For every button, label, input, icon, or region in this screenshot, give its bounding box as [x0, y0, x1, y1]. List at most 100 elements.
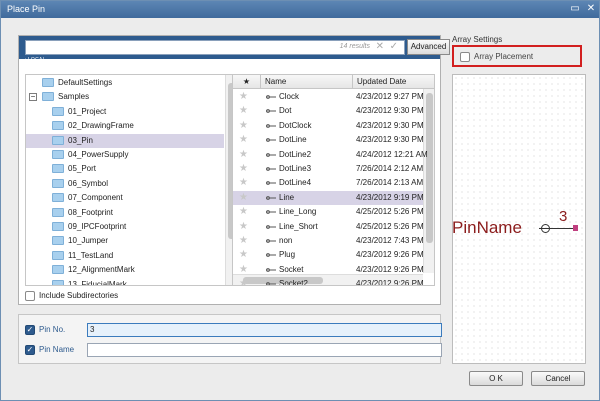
pin-symbol-icon [266, 282, 276, 285]
grid-row[interactable]: ★ non 4/23/2012 7:43 PM [233, 234, 424, 248]
tree-item[interactable]: 11_TestLand [26, 249, 224, 263]
pin-symbol-icon [266, 123, 276, 128]
collapse-icon[interactable]: − [29, 93, 37, 102]
tree-item-label: DefaultSettings [58, 78, 113, 87]
tree-item[interactable]: 09_IPCFootprint [26, 220, 224, 234]
tree-item[interactable]: − Samples [26, 90, 224, 104]
search-input[interactable]: 14 results ✕ ✓ [25, 40, 405, 55]
updated-date-cell: 4/25/2012 5:26 PM [356, 221, 424, 231]
updated-date-cell: 4/23/2012 9:26 PM [356, 250, 424, 260]
tree-item[interactable]: 05_Port [26, 162, 224, 176]
pin-name-field[interactable] [87, 343, 442, 357]
pin-name-label: Pin Name [39, 345, 75, 354]
folder-icon [52, 135, 64, 145]
grid-row[interactable]: ★ Plug 4/23/2012 9:26 PM [233, 248, 424, 262]
maximize-icon[interactable]: ▭ [569, 3, 581, 15]
array-settings-label: Array Settings [452, 35, 503, 44]
favorite-star-icon[interactable]: ★ [239, 148, 248, 162]
tree-item[interactable]: 03_Pin [26, 133, 224, 148]
result-count: 14 results [339, 43, 370, 50]
favorite-star-icon[interactable]: ★ [239, 133, 248, 147]
grid-row[interactable]: ★ Socket2 4/23/2012 9:26 PM [233, 277, 424, 285]
pin-symbol-icon [266, 181, 276, 186]
column-updated-date[interactable]: Updated Date [353, 75, 434, 89]
grid-row[interactable]: ★ Socket 4/23/2012 9:26 PM [233, 263, 424, 277]
cancel-button[interactable]: Cancel [531, 371, 585, 386]
pin-symbol-icon [266, 167, 276, 171]
favorite-star-icon[interactable]: ★ [239, 162, 248, 176]
grid-row[interactable]: ★ DotLine4 7/26/2014 2:13 AM [233, 176, 423, 190]
tree-item-label: 09_IPCFootprint [68, 222, 127, 231]
pin-properties-form: ✓ Pin No. 3 ✓ Pin Name [18, 314, 442, 364]
tree-item[interactable]: 08_Footprint [26, 206, 224, 220]
library-browser: 14 results ✕ ✓ Advanced ▸LOCAL DefaultSe… [18, 35, 450, 305]
favorite-star-icon[interactable]: ★ [239, 205, 248, 219]
pin-name-cell: non [279, 236, 293, 245]
close-icon[interactable]: ✕ [585, 3, 597, 15]
favorite-star-icon[interactable]: ★ [239, 234, 248, 248]
tree-item[interactable]: 01_Project [26, 105, 224, 119]
pin-symbol-icon [266, 210, 276, 215]
favorite-star-icon[interactable]: ★ [239, 90, 248, 104]
folder-icon [52, 207, 64, 217]
tree-item[interactable]: 07_Component [26, 191, 224, 205]
advanced-button[interactable]: Advanced [407, 39, 450, 55]
grid-row[interactable]: ★ DotClock 4/23/2012 9:30 PM [233, 119, 424, 133]
folder-icon [52, 222, 64, 231]
tree-item[interactable]: 10_Jumper [26, 234, 224, 248]
favorite-star-icon[interactable]: ★ [239, 191, 248, 205]
pin-symbol-icon [266, 138, 276, 143]
favorite-star-icon[interactable]: ★ [239, 104, 248, 118]
apply-search-icon[interactable]: ✓ [390, 41, 398, 52]
tree-item-label: 13_FiducialMark [68, 279, 127, 286]
favorite-star-icon[interactable]: ★ [239, 277, 248, 285]
tree-item-label: 08_Footprint [68, 207, 113, 217]
ok-button[interactable]: O K [469, 371, 523, 386]
updated-date-cell: 7/26/2014 2:13 AM [356, 178, 424, 188]
grid-vscroll-thumb[interactable] [426, 93, 433, 243]
column-favorite[interactable]: ★ [233, 75, 261, 89]
favorite-star-icon[interactable]: ★ [239, 119, 248, 133]
grid-row[interactable]: ★ Line_Short 4/25/2012 5:26 PM [233, 220, 424, 234]
tree-item[interactable]: 06_Symbol [26, 177, 224, 191]
grid-row[interactable]: ★ Line_Long 4/25/2012 5:26 PM [233, 205, 424, 219]
pin-no-field[interactable]: 3 [87, 323, 442, 337]
title-bar: Place Pin ▭ ✕ [1, 1, 599, 18]
updated-date-cell: 4/25/2012 5:26 PM [356, 207, 424, 217]
array-placement-checkbox[interactable] [460, 52, 470, 62]
grid-row[interactable]: ★ DotLine3 7/26/2014 2:12 AM [233, 162, 423, 176]
grid-row[interactable]: ★ Dot 4/23/2012 9:30 PM [233, 104, 424, 118]
pin-symbol-icon [266, 224, 276, 229]
pin-endpoint [573, 225, 578, 231]
folder-icon [52, 250, 64, 260]
tree-item-label: 05_Port [68, 164, 97, 174]
include-subdirectories-checkbox[interactable] [25, 291, 35, 301]
pin-no-checkbox[interactable]: ✓ [25, 325, 35, 335]
grid-vscrollbar[interactable] [423, 89, 434, 273]
tree-item[interactable]: 02_DrawingFrame [26, 119, 224, 133]
grid-row[interactable]: ★ Line 4/23/2012 9:19 PM [233, 190, 424, 205]
scope-label: ▸LOCAL [25, 57, 46, 63]
search-bar: 14 results ✕ ✓ Advanced ▸LOCAL [19, 36, 450, 63]
favorite-star-icon[interactable]: ★ [239, 248, 248, 262]
clear-search-icon[interactable]: ✕ [376, 41, 384, 52]
favorite-star-icon[interactable]: ★ [239, 263, 248, 277]
tree-item[interactable]: 13_FiducialMark [26, 278, 224, 286]
pin-symbol-icon [266, 109, 276, 114]
pin-name-row: ✓ Pin Name [25, 343, 442, 357]
grid-row[interactable]: ★ DotLine 4/23/2012 9:30 PM [233, 133, 424, 147]
tree-item[interactable]: 12_AlignmentMark [26, 263, 224, 277]
pin-name-checkbox[interactable]: ✓ [25, 345, 35, 355]
updated-date-cell: 4/23/2012 9:30 PM [356, 106, 424, 116]
tree-item[interactable]: DefaultSettings [26, 76, 224, 90]
tree-item[interactable]: 04_PowerSupply [26, 148, 224, 162]
favorite-star-icon[interactable]: ★ [239, 176, 248, 190]
favorite-star-icon[interactable]: ★ [239, 220, 248, 234]
grid-row[interactable]: ★ DotLine2 4/24/2012 12:21 AM [233, 148, 428, 162]
pin-name-cell: Plug [279, 250, 296, 260]
tree-item-label: 01_Project [68, 106, 107, 116]
pin-origin-marker [541, 224, 550, 233]
window-title: Place Pin [7, 4, 46, 14]
column-name[interactable]: Name [261, 75, 353, 89]
grid-row[interactable]: ★ Clock 4/23/2012 9:27 PM [233, 90, 424, 104]
